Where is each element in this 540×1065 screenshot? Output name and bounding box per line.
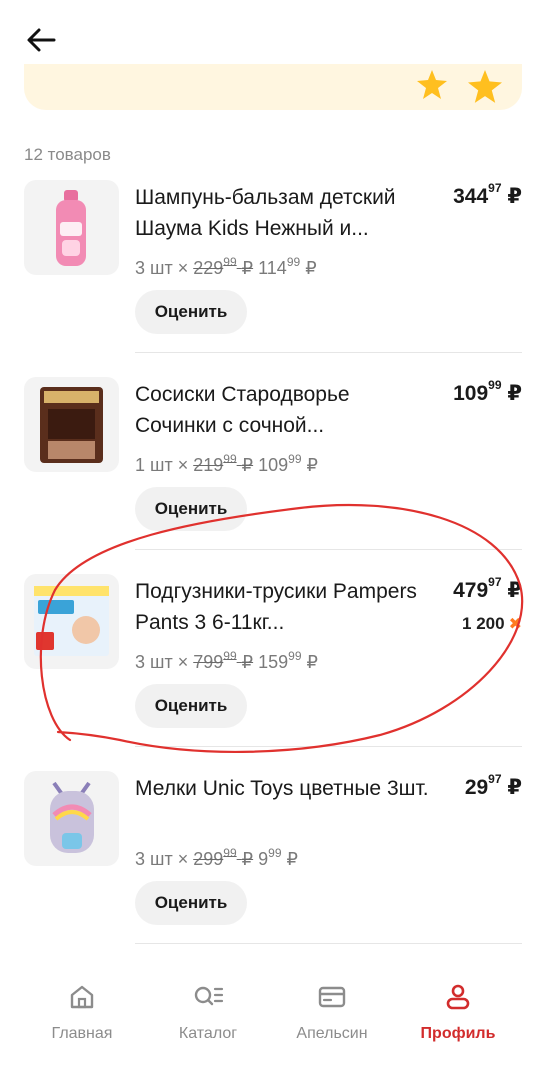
promo-banner[interactable]	[24, 64, 522, 110]
bonus-points: 1 200 ✖	[462, 614, 522, 633]
quantity-line: 3 шт × 79999 ₽ 15999 ₽	[135, 649, 318, 672]
unit-price: 15999 ₽	[258, 649, 318, 672]
divider	[135, 746, 522, 747]
rate-button[interactable]: Оценить	[135, 881, 247, 925]
old-price: 29999 ₽	[193, 846, 254, 869]
divider	[135, 352, 522, 353]
order-item[interactable]: Подгузники-трусики Pampers Pants 3 6-11к…	[24, 574, 522, 769]
item-price: 47997 ₽	[453, 575, 522, 602]
unit-price: 11499 ₽	[258, 255, 317, 278]
rate-button[interactable]: Оценить	[135, 290, 247, 334]
order-item[interactable]: Сосиски Стародворье Сочинки с сочной... …	[24, 377, 522, 572]
divider	[135, 549, 522, 550]
divider	[135, 943, 522, 944]
tab-label: Главная	[51, 1025, 113, 1042]
quantity-line: 3 шт × 22999 ₽ 11499 ₽	[135, 255, 317, 278]
quantity-line: 1 шт × 21999 ₽ 10999 ₽	[135, 452, 318, 475]
old-price: 22999 ₽	[193, 255, 254, 278]
rate-button[interactable]: Оценить	[135, 684, 247, 728]
bottom-tab-bar: Главная Каталог Апельсин Профиль	[0, 965, 540, 1065]
product-name[interactable]: Подгузники-трусики Pampers Pants 3 6-11к…	[135, 576, 435, 638]
rate-button[interactable]: Оценить	[135, 487, 247, 531]
unit-price: 999 ₽	[258, 846, 298, 869]
profile-icon	[446, 984, 470, 1010]
item-price: 10999 ₽	[453, 378, 522, 405]
tab-apelsin[interactable]: Апельсин	[272, 983, 392, 1043]
old-price: 21999 ₽	[193, 452, 254, 475]
star-icon	[468, 70, 502, 103]
back-button[interactable]	[24, 24, 58, 56]
item-price: 2997 ₽	[464, 772, 522, 799]
order-item[interactable]: Шампунь-бальзам детский Шаума Kids Нежны…	[24, 180, 522, 375]
tab-profile[interactable]: Профиль	[398, 983, 518, 1043]
unit-price: 10999 ₽	[258, 452, 318, 475]
tab-label: Профиль	[420, 1025, 496, 1042]
items-count: 12 товаров	[24, 145, 111, 164]
order-item[interactable]: Мелки Unic Toys цветные 3шт. 2997 ₽ 3 шт…	[24, 771, 522, 966]
product-name[interactable]: Мелки Unic Toys цветные 3шт.	[135, 773, 435, 804]
star-icon	[417, 70, 447, 99]
product-image-shampoo	[24, 180, 119, 275]
arrow-left-icon	[27, 28, 56, 52]
product-image-chalk	[24, 771, 119, 866]
quantity-line: 3 шт × 29999 ₽ 999 ₽	[135, 846, 298, 869]
bonus-icon: ✖	[508, 616, 522, 633]
tab-label: Апельсин	[296, 1025, 368, 1042]
tab-catalog[interactable]: Каталог	[148, 983, 268, 1043]
catalog-search-icon	[194, 986, 224, 1006]
tab-label: Каталог	[178, 1025, 238, 1042]
old-price: 79999 ₽	[193, 649, 254, 672]
tab-home[interactable]: Главная	[22, 983, 142, 1043]
product-image-sausages	[24, 377, 119, 472]
product-name[interactable]: Сосиски Стародворье Сочинки с сочной...	[135, 379, 435, 441]
card-icon	[318, 986, 346, 1008]
item-price: 34497 ₽	[453, 181, 522, 208]
home-icon	[70, 985, 94, 1009]
product-name[interactable]: Шампунь-бальзам детский Шаума Kids Нежны…	[135, 182, 435, 244]
product-image-diapers	[24, 574, 119, 669]
